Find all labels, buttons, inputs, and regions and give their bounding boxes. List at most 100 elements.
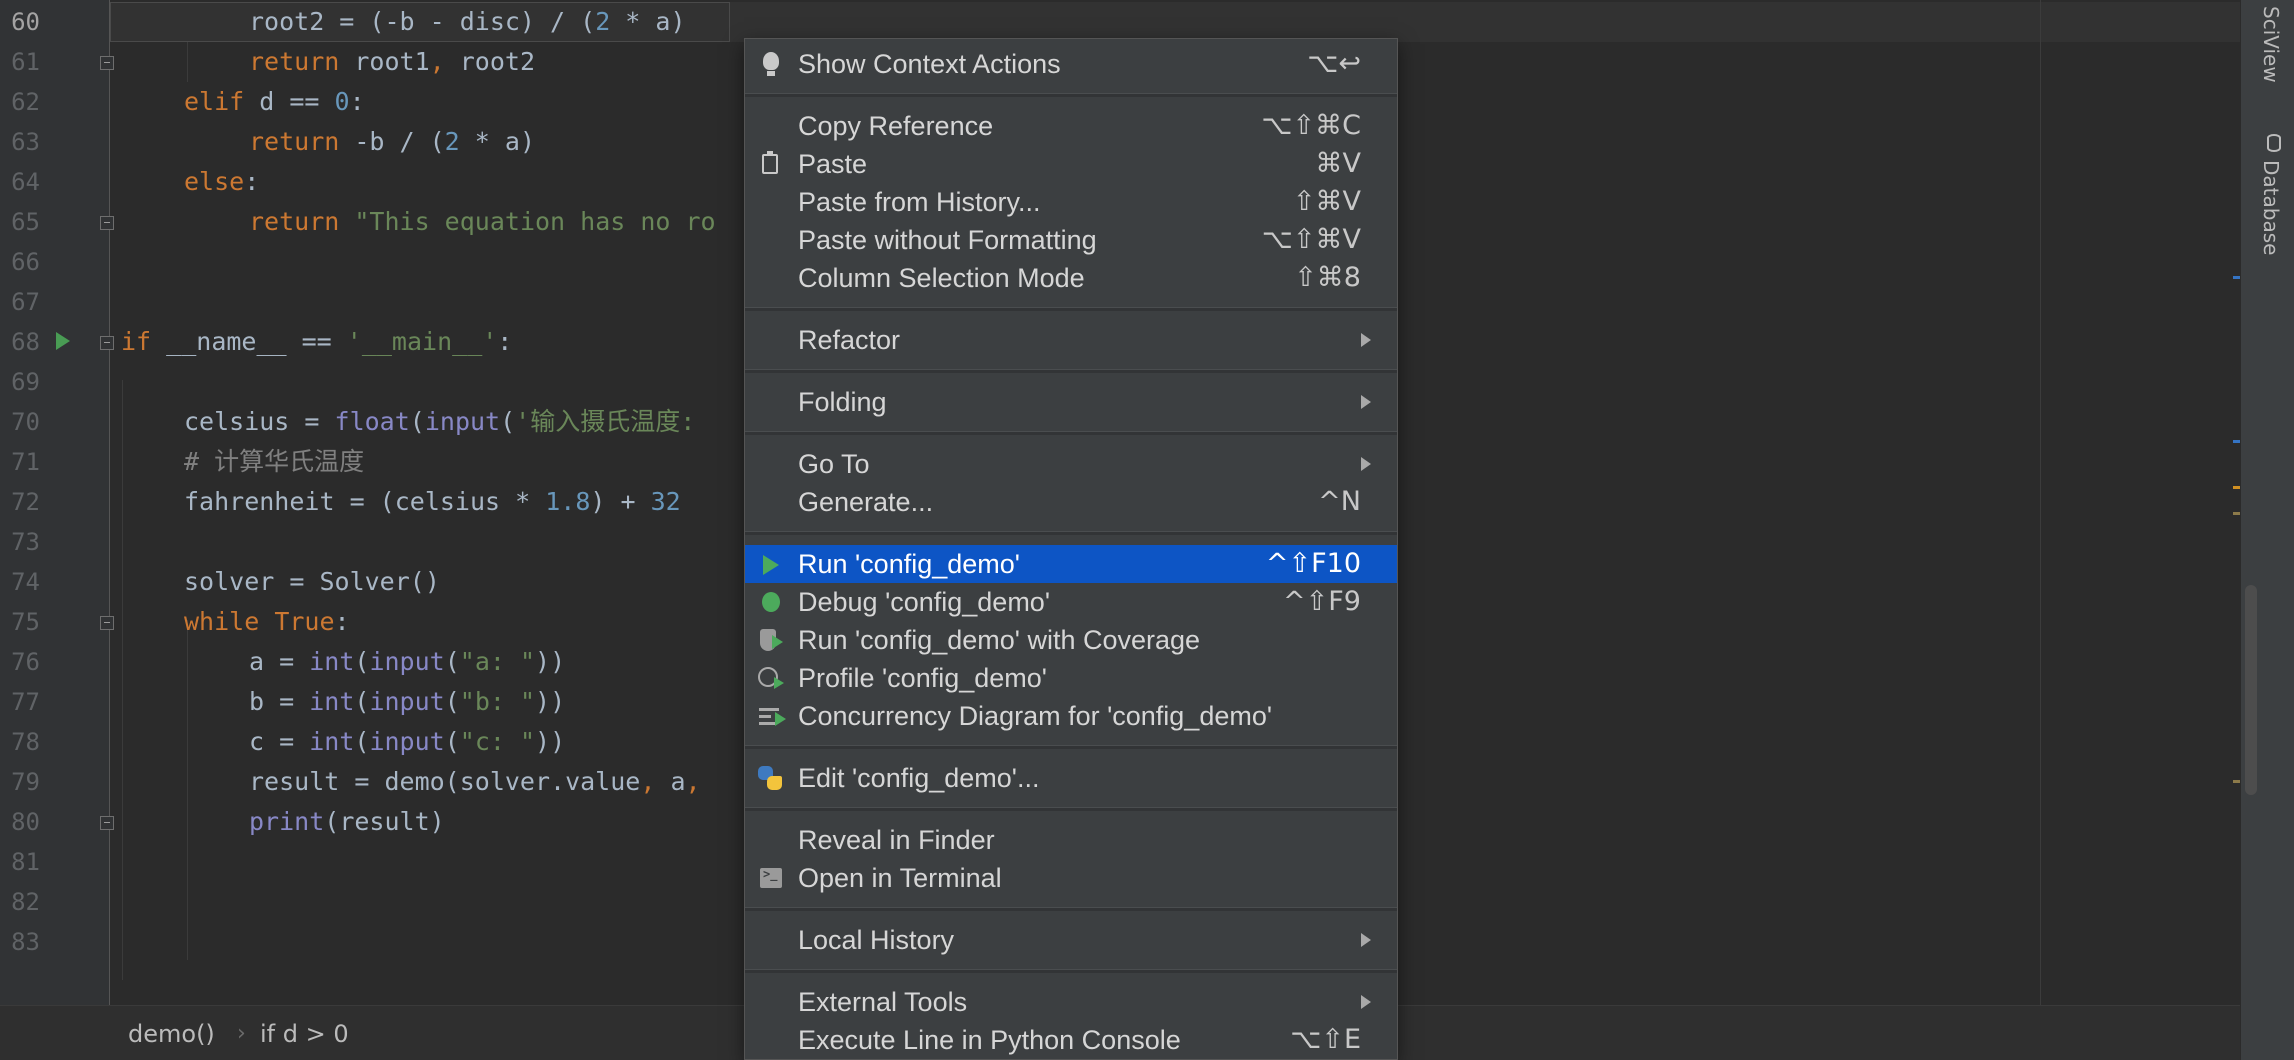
context-menu: Show Context Actions ⌥↩ Copy Reference ⌥… <box>744 38 1398 1060</box>
menu-item-local-history[interactable]: Local History <box>745 921 1397 959</box>
menu-item-open-in-terminal[interactable]: Open in Terminal <box>745 859 1397 897</box>
code-line: c = int(input("c: ")) <box>249 727 566 756</box>
profile-icon <box>758 667 784 689</box>
menu-item-debug-config[interactable]: Debug 'config_demo' ^⇧F9 <box>745 583 1397 621</box>
code-line: root2 = (-b - disc) / (2 * a) <box>249 7 686 36</box>
menu-item-profile-config[interactable]: Profile 'config_demo' <box>745 659 1397 697</box>
submenu-arrow-icon <box>1361 333 1371 347</box>
line-number: 71 <box>11 448 40 476</box>
submenu-arrow-icon <box>1361 933 1371 947</box>
menu-separator <box>745 907 1397 911</box>
code-line: else: <box>184 167 260 196</box>
indent-guide <box>187 42 188 82</box>
fold-marker[interactable] <box>100 816 114 830</box>
menu-separator <box>745 745 1397 749</box>
clipboard-icon <box>762 151 778 174</box>
fold-marker[interactable] <box>100 56 114 70</box>
breadcrumb-item[interactable]: if d > 0 <box>260 1014 349 1054</box>
code-line: elif d == 0: <box>184 87 365 116</box>
menu-item-reveal-in-finder[interactable]: Reveal in Finder <box>745 821 1397 859</box>
code-line: if __name__ == '__main__': <box>121 327 513 356</box>
line-number: 76 <box>11 648 40 676</box>
sciview-tab[interactable]: SciView <box>2259 6 2283 83</box>
code-line: solver = Solver() <box>184 567 440 596</box>
editor-scrollbar[interactable] <box>2245 585 2257 795</box>
indent-guide <box>187 620 188 960</box>
breadcrumb-separator: › <box>237 1021 246 1046</box>
line-number: 79 <box>11 768 40 796</box>
menu-item-run-config[interactable]: Run 'config_demo' ^⇧F10 <box>745 545 1397 583</box>
submenu-arrow-icon <box>1361 457 1371 471</box>
line-number: 62 <box>11 88 40 116</box>
run-icon <box>763 555 779 575</box>
line-number: 66 <box>11 248 40 276</box>
code-line: print(result) <box>249 807 445 836</box>
menu-item-show-context-actions[interactable]: Show Context Actions ⌥↩ <box>745 45 1397 83</box>
right-margin-guide <box>2040 0 2041 1005</box>
line-number: 70 <box>11 408 40 436</box>
menu-item-column-selection-mode[interactable]: Column Selection Mode ⇧⌘8 <box>745 259 1397 297</box>
code-line: celsius = float(input('输入摄氏温度: <box>184 407 696 436</box>
menu-item-execute-line-in-console[interactable]: Execute Line in Python Console ⌥⇧E <box>745 1021 1397 1059</box>
code-line: b = int(input("b: ")) <box>249 687 566 716</box>
menu-item-paste-from-history[interactable]: Paste from History... ⇧⌘V <box>745 183 1397 221</box>
run-gutter-icon[interactable] <box>56 332 70 350</box>
menu-item-concurrency-diagram[interactable]: Concurrency Diagram for 'config_demo' <box>745 697 1397 735</box>
code-line: a = int(input("a: ")) <box>249 647 566 676</box>
submenu-arrow-icon <box>1361 995 1371 1009</box>
menu-separator <box>745 531 1397 535</box>
line-number: 78 <box>11 728 40 756</box>
menu-separator <box>745 93 1397 97</box>
line-number: 60 <box>11 8 40 36</box>
menu-separator <box>745 807 1397 811</box>
menu-item-external-tools[interactable]: External Tools <box>745 983 1397 1021</box>
line-number: 72 <box>11 488 40 516</box>
line-number: 77 <box>11 688 40 716</box>
line-number: 65 <box>11 208 40 236</box>
concurrency-icon <box>759 708 786 726</box>
line-number: 64 <box>11 168 40 196</box>
database-tab[interactable]: Database <box>2259 160 2283 255</box>
fold-marker[interactable] <box>100 216 114 230</box>
database-icon <box>2267 134 2281 152</box>
line-number: 69 <box>11 368 40 396</box>
code-line: fahrenheit = (celsius * 1.8) + 32 <box>184 487 681 516</box>
menu-item-run-with-coverage[interactable]: Run 'config_demo' with Coverage <box>745 621 1397 659</box>
line-number: 61 <box>11 48 40 76</box>
terminal-icon <box>760 867 782 888</box>
menu-item-refactor[interactable]: Refactor <box>745 321 1397 359</box>
fold-marker[interactable] <box>100 336 114 350</box>
code-line: result = demo(solver.value, a, <box>249 767 701 796</box>
line-number: 67 <box>11 288 40 316</box>
fold-marker[interactable] <box>100 616 114 630</box>
code-line: while True: <box>184 607 350 636</box>
line-number: 73 <box>11 528 40 556</box>
code-line: return "This equation has no ro <box>249 207 716 236</box>
menu-separator <box>745 431 1397 435</box>
indent-guide <box>122 380 123 980</box>
menu-item-edit-config[interactable]: Edit 'config_demo'... <box>745 759 1397 797</box>
debug-icon <box>762 592 780 612</box>
menu-item-generate[interactable]: Generate... ^N <box>745 483 1397 521</box>
menu-item-folding[interactable]: Folding <box>745 383 1397 421</box>
menu-item-copy-reference[interactable]: Copy Reference ⌥⇧⌘C <box>745 107 1397 145</box>
code-line: return root1, root2 <box>249 47 535 76</box>
bulb-icon <box>763 52 779 76</box>
code-line: return -b / (2 * a) <box>249 127 535 156</box>
line-number: 74 <box>11 568 40 596</box>
menu-item-go-to[interactable]: Go To <box>745 445 1397 483</box>
python-icon <box>758 766 782 790</box>
line-number: 68 <box>11 328 40 356</box>
line-number: 80 <box>11 808 40 836</box>
line-number: 75 <box>11 608 40 636</box>
menu-separator <box>745 307 1397 311</box>
breadcrumb-item[interactable]: demo() <box>128 1014 215 1054</box>
line-number: 81 <box>11 848 40 876</box>
menu-item-paste-without-formatting[interactable]: Paste without Formatting ⌥⇧⌘V <box>745 221 1397 259</box>
coverage-icon <box>760 629 783 651</box>
menu-item-paste[interactable]: Paste ⌘V <box>745 145 1397 183</box>
menu-separator <box>745 369 1397 373</box>
gutter-border <box>109 0 110 1005</box>
code-comment: # 计算华氏温度 <box>184 447 365 476</box>
line-number: 82 <box>11 888 40 916</box>
